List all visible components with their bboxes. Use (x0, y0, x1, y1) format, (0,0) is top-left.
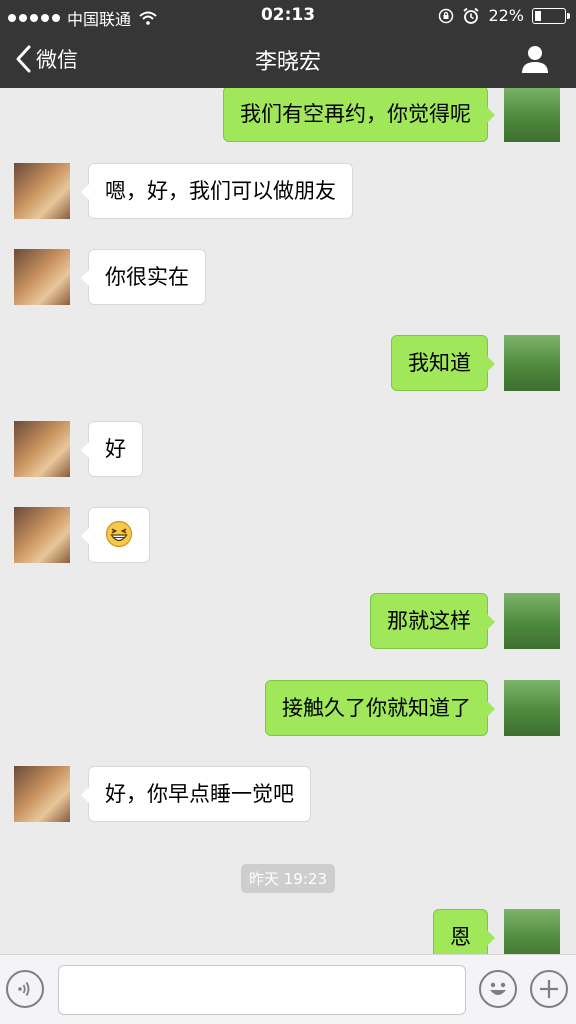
my-avatar[interactable] (504, 909, 560, 954)
timestamp-divider: 昨天 19:23 (0, 864, 576, 893)
message-bubble-sent[interactable]: 接触久了你就知道了 (265, 680, 495, 736)
contact-avatar[interactable] (14, 766, 70, 822)
battery-percent: 22% (488, 6, 524, 25)
my-avatar[interactable] (504, 88, 560, 142)
my-avatar[interactable] (504, 593, 560, 649)
battery-icon (532, 7, 570, 24)
grinning-emoji-icon (105, 520, 133, 548)
voice-icon (18, 982, 30, 996)
input-bar (0, 954, 576, 1024)
chat-info-button[interactable] (520, 44, 550, 74)
voice-button[interactable] (6, 970, 44, 1008)
message-bubble-received[interactable]: 嗯，好，我们可以做朋友 (81, 163, 353, 219)
message-bubble-sent[interactable]: 我们有空再约，你觉得呢 (223, 88, 495, 142)
timestamp: 昨天 19:23 (241, 864, 335, 893)
contact-avatar[interactable] (14, 249, 70, 305)
message-bubble-sent[interactable]: 恩 (433, 909, 495, 954)
message-bubble-received[interactable]: 好 (81, 421, 143, 477)
status-bar: 中国联通 02:13 22% (0, 0, 576, 30)
person-icon (522, 46, 548, 73)
nav-bar: 微信 李晓宏 (0, 30, 576, 88)
battery-level (535, 10, 541, 21)
message-input[interactable] (58, 965, 466, 1015)
emoji-face-icon (490, 982, 506, 995)
my-avatar[interactable] (504, 680, 560, 736)
contact-avatar[interactable] (14, 163, 70, 219)
more-functions-button[interactable] (530, 970, 568, 1008)
message-bubble-received[interactable]: 你很实在 (81, 249, 206, 305)
contact-avatar[interactable] (14, 507, 70, 563)
emoji-button[interactable] (479, 970, 517, 1008)
header: 中国联通 02:13 22% 微信 李晓宏 (0, 0, 576, 88)
message-bubble-sent[interactable]: 我知道 (391, 335, 495, 391)
page-title: 李晓宏 (254, 50, 321, 75)
plus-icon (540, 980, 558, 998)
chat-area[interactable]: 我们有空再约，你觉得呢 嗯，好，我们可以做朋友 你很实在 我知道 好 那就这样 (0, 88, 576, 954)
message-bubble-sent[interactable]: 那就这样 (370, 593, 495, 649)
message-bubble-received[interactable]: 好，你早点睡一觉吧 (81, 766, 311, 822)
message-bubble-received[interactable] (81, 507, 150, 563)
rotation-lock-icon (439, 8, 454, 23)
my-avatar[interactable] (504, 335, 560, 391)
status-right: 22% (438, 6, 570, 25)
contact-avatar[interactable] (14, 421, 70, 477)
alarm-icon (463, 7, 480, 24)
